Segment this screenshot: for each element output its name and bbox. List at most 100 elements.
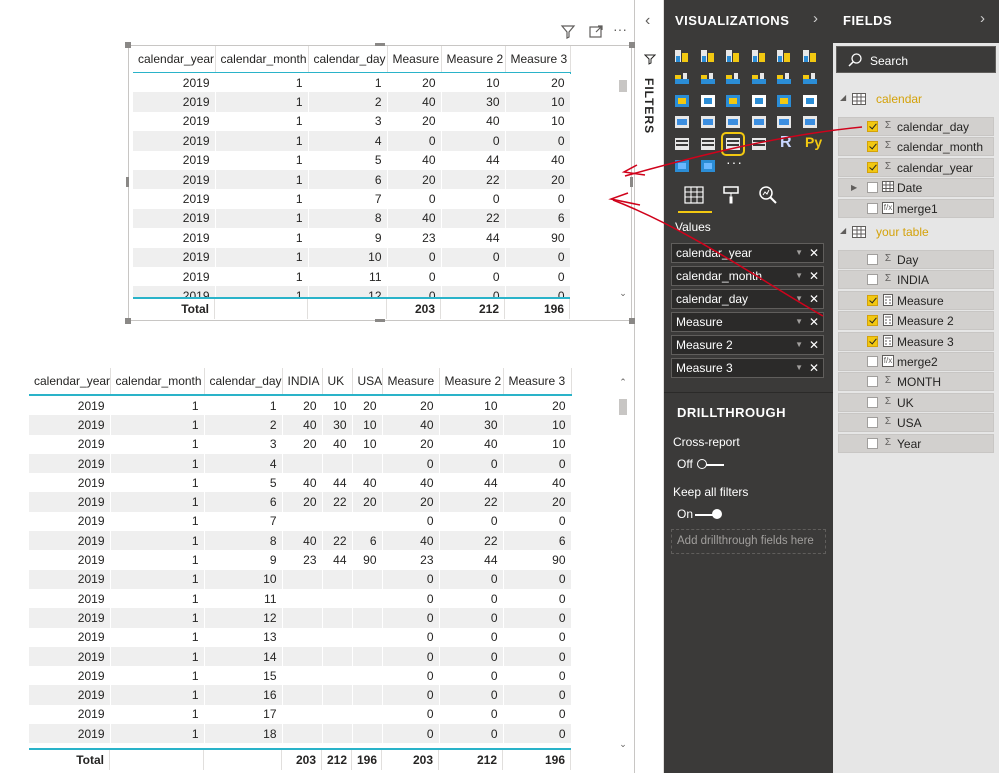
chevron-down-icon[interactable]: ▼ — [795, 290, 803, 308]
table-row[interactable]: 2019 1 1 20 10 20 — [133, 73, 570, 93]
field-well[interactable]: calendar_month ▼ ✕ — [671, 266, 824, 286]
more-visuals-icon[interactable]: ··· — [726, 154, 743, 170]
arcgis-map-icon[interactable] — [699, 157, 717, 175]
field-checkbox[interactable] — [867, 182, 878, 194]
resize-handle[interactable] — [125, 318, 131, 324]
remove-icon[interactable]: ✕ — [809, 313, 819, 331]
analytics-magnifier-icon[interactable] — [758, 185, 778, 205]
column-header[interactable]: USA — [352, 368, 383, 396]
table-row[interactable]: 2019 1 1 20 10 20 20 10 20 — [29, 396, 571, 416]
scroll-up-icon[interactable]: ⌃ — [618, 377, 628, 387]
drillthrough-drop-zone[interactable]: Add drillthrough fields here — [671, 529, 826, 554]
column-header[interactable]: calendar_month — [110, 368, 205, 396]
table-row[interactable]: 2019 1 11 0 0 0 — [29, 588, 571, 609]
stacked-column-chart-icon[interactable] — [699, 47, 717, 65]
remove-icon[interactable]: ✕ — [809, 290, 819, 308]
table-row[interactable]: 2019 1 11 0 0 0 — [133, 266, 570, 287]
field-checkbox[interactable] — [867, 294, 878, 306]
table-row[interactable]: 2019 1 12 0 0 0 — [29, 608, 571, 628]
line-stacked-column-icon[interactable] — [775, 69, 793, 87]
filled-map-icon[interactable] — [673, 113, 691, 131]
r-visual-icon[interactable]: R — [780, 134, 792, 152]
shape-map-icon[interactable] — [699, 113, 717, 131]
field-well[interactable]: calendar_day ▼ ✕ — [671, 289, 824, 309]
fields-search-input[interactable]: Search — [836, 46, 996, 73]
card-icon[interactable] — [775, 113, 793, 131]
table2-body[interactable]: 2019 1 1 20 10 20 20 10 20 2019 1 2 40 30 10 40 30 10 2019… — [29, 396, 571, 748]
gauge-icon[interactable] — [750, 113, 768, 131]
100-stacked-column-icon[interactable] — [801, 47, 819, 65]
column-header[interactable]: INDIA — [282, 368, 323, 396]
focus-mode-icon[interactable] — [588, 24, 606, 40]
table-row[interactable]: 2019 1 9 23 44 90 23 44 90 — [29, 550, 571, 570]
multi-row-card-icon[interactable] — [801, 113, 819, 131]
field-item[interactable]: Measure 3 — [838, 331, 994, 351]
table-row[interactable]: 2019 1 5 40 44 40 40 44 40 — [29, 473, 571, 493]
table-row[interactable]: 2019 1 3 20 40 10 20 40 10 — [29, 434, 571, 454]
pie-chart-icon[interactable] — [724, 91, 742, 109]
table-row[interactable]: 2019 1 9 23 44 90 — [133, 228, 570, 248]
field-table-header[interactable]: ◢ your table — [833, 222, 999, 242]
format-paint-roller-icon[interactable] — [721, 185, 741, 205]
field-checkbox[interactable] — [867, 141, 878, 153]
filter-icon[interactable] — [560, 24, 578, 40]
remove-icon[interactable]: ✕ — [809, 267, 819, 285]
column-header[interactable]: Measure — [382, 368, 440, 396]
table-row[interactable]: 2019 1 13 0 0 0 — [29, 627, 571, 647]
remove-icon[interactable]: ✕ — [809, 359, 819, 377]
waterfall-chart-icon[interactable] — [673, 91, 691, 109]
resize-handle[interactable] — [630, 177, 633, 187]
column-header[interactable]: calendar_year — [29, 368, 111, 396]
field-item[interactable]: Σcalendar_year — [838, 157, 994, 177]
column-header[interactable]: Measure 2 — [441, 46, 506, 74]
field-checkbox[interactable] — [867, 121, 878, 132]
chevron-right-icon[interactable]: › — [813, 10, 818, 27]
column-header[interactable]: calendar_day — [204, 368, 283, 396]
table-row[interactable]: 2019 1 12 0 0 0 — [133, 286, 570, 297]
kpi-icon[interactable] — [673, 135, 691, 153]
field-checkbox[interactable] — [867, 315, 878, 327]
field-item[interactable]: Measure 2 — [838, 311, 994, 331]
field-item[interactable]: Σcalendar_month — [838, 137, 994, 157]
table-row[interactable]: 2019 1 15 0 0 0 — [29, 666, 571, 686]
column-header[interactable]: Measure 3 — [505, 46, 571, 74]
field-item[interactable]: f/x merge1 — [838, 198, 994, 218]
field-item[interactable]: Σ Day — [838, 250, 994, 269]
column-header[interactable]: calendar_year — [133, 46, 216, 74]
stacked-bar-chart-icon[interactable] — [673, 47, 691, 65]
key-influencers-icon[interactable] — [673, 157, 691, 175]
field-checkbox[interactable] — [867, 254, 878, 265]
field-item[interactable]: ▶ Date — [838, 178, 994, 198]
resize-handle[interactable] — [126, 177, 129, 187]
toggle-knob[interactable] — [712, 509, 722, 519]
scatter-chart-icon[interactable] — [699, 91, 717, 109]
table-row[interactable]: 2019 1 2 40 30 10 40 30 10 — [29, 415, 571, 435]
python-visual-icon[interactable]: Py — [805, 134, 822, 150]
table1-body[interactable]: 2019 1 1 20 10 20 2019 1 2 40 30 10 2019 1 3 20 40 10 2019… — [133, 73, 570, 297]
filters-pane-collapsed[interactable]: ‹ FILTERS — [635, 0, 664, 773]
remove-icon[interactable]: ✕ — [809, 244, 819, 262]
table-row[interactable]: 2019 1 2 40 30 10 — [133, 92, 570, 112]
table-row[interactable]: 2019 1 3 20 40 10 — [133, 111, 570, 132]
100-stacked-bar-icon[interactable] — [775, 47, 793, 65]
scroll-thumb[interactable] — [619, 80, 627, 92]
table-row[interactable]: 2019 1 4 0 0 0 — [29, 453, 571, 474]
remove-icon[interactable]: ✕ — [809, 336, 819, 354]
clustered-bar-chart-icon[interactable] — [724, 47, 742, 65]
field-item[interactable]: Measure — [838, 290, 994, 310]
donut-chart-icon[interactable] — [750, 91, 768, 109]
field-item[interactable]: f/x merge2 — [838, 352, 994, 371]
field-item[interactable]: Σ Year — [838, 433, 994, 453]
table-row[interactable]: 2019 1 4 0 0 0 — [133, 131, 570, 151]
field-well[interactable]: calendar_year ▼ ✕ — [671, 243, 824, 263]
table-row[interactable]: 2019 1 5 40 44 40 — [133, 150, 570, 170]
slicer-icon[interactable] — [699, 135, 717, 153]
expand-caret-icon[interactable]: ▶ — [851, 183, 857, 192]
table-visual-icon[interactable] — [721, 132, 745, 156]
field-checkbox[interactable] — [867, 417, 878, 429]
field-item[interactable]: Σ MONTH — [838, 372, 994, 392]
table-row[interactable]: 2019 1 6 20 22 20 — [133, 169, 570, 190]
field-item[interactable]: Σ UK — [838, 392, 994, 412]
table-row[interactable]: 2019 1 18 0 0 0 — [29, 724, 571, 744]
field-well[interactable]: Measure 3 ▼ ✕ — [671, 358, 824, 378]
